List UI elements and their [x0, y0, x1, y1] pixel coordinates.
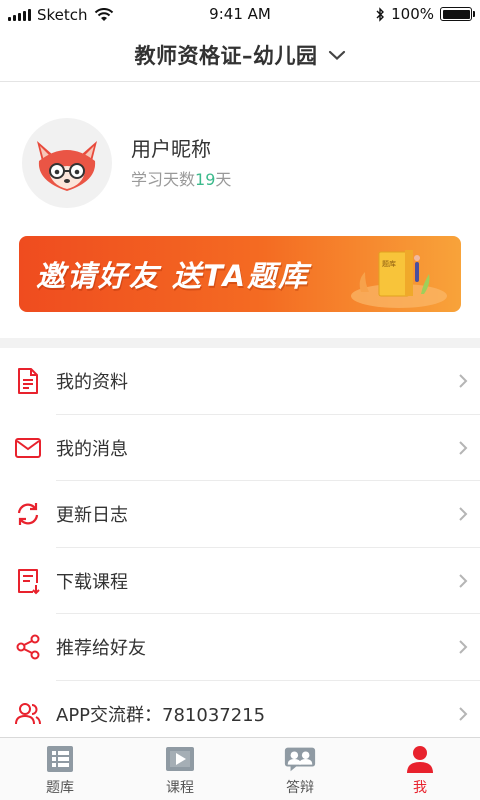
banner-text: 邀请好友 送TA题库: [36, 259, 310, 293]
user-nickname: 用户昵称: [131, 137, 211, 161]
battery-level: [442, 9, 470, 19]
study-days-suffix: 天: [215, 170, 232, 189]
study-days-count: 19: [195, 170, 216, 189]
tab-label: 我: [413, 780, 427, 796]
mail-icon: [14, 434, 42, 462]
menu-item-download-courses[interactable]: 下载课程: [0, 548, 480, 614]
chevron-right-icon: [459, 707, 468, 721]
tab-discussion[interactable]: 答辩: [240, 738, 360, 800]
menu-item-label: 我的消息: [56, 438, 128, 460]
menu-item-label: 我的资料: [56, 372, 128, 394]
download-icon: [14, 567, 42, 595]
tab-me[interactable]: 我: [360, 738, 480, 800]
menu-item-my-profile[interactable]: 我的资料: [0, 348, 480, 415]
page-title: 教师资格证–幼儿园: [134, 43, 318, 68]
document-icon: [14, 367, 42, 395]
chevron-right-icon: [459, 507, 468, 521]
user-icon: [403, 744, 437, 774]
subject-selector[interactable]: 教师资格证–幼儿园: [0, 28, 480, 82]
study-days-prefix: 学习天数: [131, 170, 196, 189]
menu-item-label: APP交流群：781037215: [56, 704, 266, 726]
battery-group: 100%: [376, 5, 475, 23]
tab-courses[interactable]: 课程: [120, 738, 240, 800]
menu-item-label: 更新日志: [56, 505, 128, 527]
menu-item-my-messages[interactable]: 我的消息: [0, 415, 480, 481]
video-icon: [163, 744, 197, 774]
battery-percent: 100%: [391, 5, 434, 23]
profile-section[interactable]: 用户昵称 学习天数19天: [0, 83, 480, 233]
chevron-right-icon: [459, 441, 468, 455]
fox-avatar-icon[interactable]: [22, 118, 112, 208]
book-illustration-icon: 题库: [351, 250, 447, 308]
invite-friends-banner[interactable]: 邀请好友 送TA题库 题库: [19, 236, 461, 312]
settings-menu: 我的资料 我的消息 更新日志 下载课程 推荐给好友 APP交流群：7810372…: [0, 348, 480, 747]
chevron-right-icon: [459, 574, 468, 588]
tab-label: 答辩: [286, 780, 314, 796]
status-bar: Sketch 9:41 AM 100%: [0, 0, 480, 28]
bluetooth-icon: [376, 6, 385, 22]
tab-label: 课程: [166, 780, 194, 796]
refresh-icon: [14, 500, 42, 528]
battery-icon: [440, 7, 475, 21]
share-icon: [14, 633, 42, 661]
tab-question-bank[interactable]: 题库: [0, 738, 120, 800]
chevron-right-icon: [459, 374, 468, 388]
chevron-down-icon: [328, 50, 345, 60]
bottom-tab-bar: 题库 课程 答辩 我: [0, 737, 480, 800]
question-bank-icon: [43, 744, 77, 774]
discussion-icon: [283, 744, 317, 774]
menu-item-label: 推荐给好友: [56, 638, 146, 660]
study-days-text: 学习天数19天: [131, 166, 231, 190]
menu-item-update-log[interactable]: 更新日志: [0, 481, 480, 548]
menu-item-recommend-friends[interactable]: 推荐给好友: [0, 614, 480, 681]
section-divider: [0, 338, 480, 348]
chevron-right-icon: [459, 640, 468, 654]
tab-label: 题库: [46, 780, 74, 796]
group-icon: [14, 700, 42, 728]
menu-item-label: 下载课程: [56, 571, 128, 593]
fox-avatar-art: [37, 141, 97, 191]
book-label: 题库: [382, 259, 396, 268]
